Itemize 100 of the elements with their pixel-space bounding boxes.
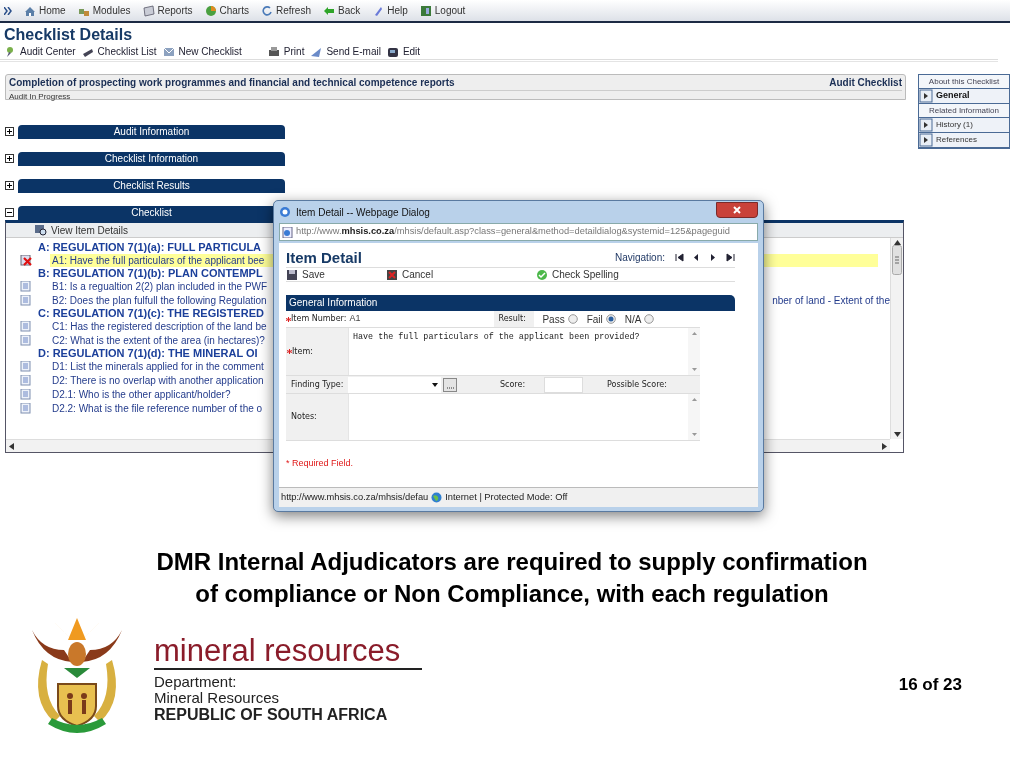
- nav-link[interactable]: Charts: [204, 3, 249, 18]
- section-header[interactable]: Checklist Information: [18, 151, 285, 166]
- toolbar-link[interactable]: Checklist List: [81, 44, 157, 59]
- score-input[interactable]: [544, 376, 583, 393]
- radio-option[interactable]: N/A: [624, 311, 655, 327]
- field-label: Score:: [500, 378, 526, 391]
- logo-text: REPUBLIC OF SOUTH AFRICA: [154, 706, 389, 724]
- slide-caption: DMR Internal Adjudicators are required to supply confirmation of compliance or Non Compliance, with each regulation: [155, 547, 869, 609]
- first-record-icon[interactable]: [675, 253, 684, 262]
- section-heading: C: REGULATION 7(1)(c): THE REGISTERED: [38, 307, 264, 319]
- field-label: Item Number:: [291, 313, 347, 325]
- address-bar: http://www.mhsis.co.za/mhsis/default.asp?class=general&method=detaildialog&systemid=125&pageguid: [279, 223, 758, 241]
- page-title: Checklist Details: [3, 26, 134, 44]
- field-label: Possible Score:: [607, 378, 667, 391]
- item-text: D2.1: Who is the other applicant/holder?: [52, 387, 231, 402]
- view-item-details-link[interactable]: View Item Details: [34, 222, 129, 238]
- cancel-icon: [386, 268, 398, 281]
- scroll-left-icon: [9, 442, 14, 450]
- toolbar-link[interactable]: Save: [286, 267, 386, 282]
- scroll-down-icon: [691, 433, 697, 436]
- nav-link[interactable]: Back: [323, 3, 361, 18]
- field-label: Item:: [292, 345, 313, 358]
- item-text-area[interactable]: Have the full particulars of the applicant been provided?: [348, 328, 700, 375]
- sidebar-heading: About this Checklist: [919, 75, 1009, 89]
- ellipsis-icon: [446, 386, 454, 389]
- nav-link[interactable]: Logout: [419, 3, 466, 18]
- magnifier-icon: [34, 224, 47, 236]
- item-text: C2: What is the extent of the area (in hectares)?: [52, 333, 265, 348]
- item-text: D1: List the minerals applied for in the comment: [52, 359, 264, 374]
- logo-wordmark: mineral resources: [154, 634, 422, 670]
- item-text: C1: Has the registered description of the land be: [52, 319, 267, 334]
- field-label: Finding Type:: [291, 378, 344, 391]
- section-heading: A: REGULATION 7(1)(a): FULL PARTICULA: [38, 241, 262, 253]
- vertical-scrollbar[interactable]: [890, 238, 903, 439]
- next-record-icon[interactable]: [709, 253, 718, 262]
- sidebar-item[interactable]: References: [919, 133, 1009, 148]
- item-text: A1: Have the full particulars of the applicant bee: [52, 253, 265, 268]
- nav-link[interactable]: Modules: [77, 3, 131, 18]
- item-text: D2.2: What is the file reference number of the o: [52, 401, 263, 416]
- required-icon: [287, 349, 292, 354]
- required-icon: [286, 316, 291, 322]
- sidebar-item[interactable]: General: [919, 89, 1009, 104]
- toolbar-link[interactable]: Send E-mail: [310, 44, 381, 59]
- toolbar-link[interactable]: Audit Center: [4, 44, 76, 59]
- field-label: Result:: [498, 313, 526, 325]
- logo-text: Mineral Resources: [154, 690, 281, 706]
- scroll-down-icon: [691, 368, 697, 371]
- audit-title: Completion of prospecting work programmes and financial and technical competence reports: [9, 76, 455, 90]
- section-header[interactable]: Checklist Results: [18, 178, 285, 193]
- printer-icon: [267, 45, 280, 58]
- browser-icon: [279, 206, 291, 218]
- audit-type: Audit Checklist: [829, 76, 902, 90]
- scroll-down-icon: [893, 432, 901, 437]
- item-text: nber of land - Extent of the: [772, 293, 890, 308]
- dialog-heading: Item Detail: [286, 249, 362, 267]
- close-icon: [733, 206, 741, 214]
- toolbar-link[interactable]: Print: [267, 44, 305, 59]
- sidebar-heading: Related Information: [919, 104, 1009, 118]
- section-heading: D: REGULATION 7(1)(d): THE MINERAL OI: [38, 347, 258, 359]
- expand-icon[interactable]: [5, 127, 14, 136]
- field-label: Notes:: [291, 411, 317, 423]
- double-chevron-icon: [4, 6, 12, 15]
- house-icon: [24, 4, 36, 17]
- section-header: General Information: [286, 295, 735, 311]
- expand-icon[interactable]: [5, 181, 14, 190]
- pie-chart-icon: [204, 4, 217, 17]
- audit-status: Audit In Progress: [9, 90, 902, 103]
- expand-icon[interactable]: [5, 154, 14, 163]
- check-circle-icon: [536, 268, 548, 281]
- status-url: http://www.mhsis.co.za/mhsis/defau: [281, 490, 429, 504]
- sidebar-item[interactable]: History (1): [919, 118, 1009, 133]
- close-button[interactable]: [716, 202, 758, 218]
- toolbar-link[interactable]: Edit: [386, 44, 421, 59]
- scroll-thumb-icon: [892, 245, 902, 275]
- dropdown-caret-icon: [432, 382, 438, 387]
- previous-record-icon[interactable]: [692, 253, 701, 262]
- toolbar-link[interactable]: Cancel: [386, 267, 536, 282]
- page-icon: [282, 226, 293, 238]
- status-zone: Internet | Protected Mode: Off: [445, 490, 568, 504]
- logo-text: Department:: [154, 674, 238, 690]
- refresh-icon: [260, 4, 273, 17]
- scroll-right-icon: [882, 442, 887, 450]
- page-number: 16 of 23: [898, 674, 962, 696]
- section-header[interactable]: Audit Information: [18, 124, 285, 139]
- nav-link[interactable]: Help: [372, 3, 408, 18]
- last-record-icon[interactable]: [726, 253, 735, 262]
- navigation-label: Navigation:: [614, 251, 665, 265]
- item-text: B1: Is a regualtion 2(2) plan included in the PWF: [52, 279, 268, 294]
- radio-option[interactable]: Pass: [542, 311, 578, 327]
- nav-link[interactable]: Home: [24, 3, 66, 18]
- required-note: * Required Field.: [286, 457, 355, 470]
- scroll-up-icon: [691, 332, 697, 335]
- toolbar-link[interactable]: Check Spelling: [536, 267, 619, 282]
- item-text: D2: There is no overlap with another application: [52, 373, 264, 388]
- nav-link[interactable]: Refresh: [260, 3, 311, 18]
- browse-button[interactable]: [443, 377, 457, 392]
- toolbar-link[interactable]: New Checklist: [162, 44, 242, 59]
- collapse-icon[interactable]: [5, 208, 14, 217]
- nav-link[interactable]: Reports: [142, 3, 193, 18]
- radio-option[interactable]: Fail: [586, 311, 616, 327]
